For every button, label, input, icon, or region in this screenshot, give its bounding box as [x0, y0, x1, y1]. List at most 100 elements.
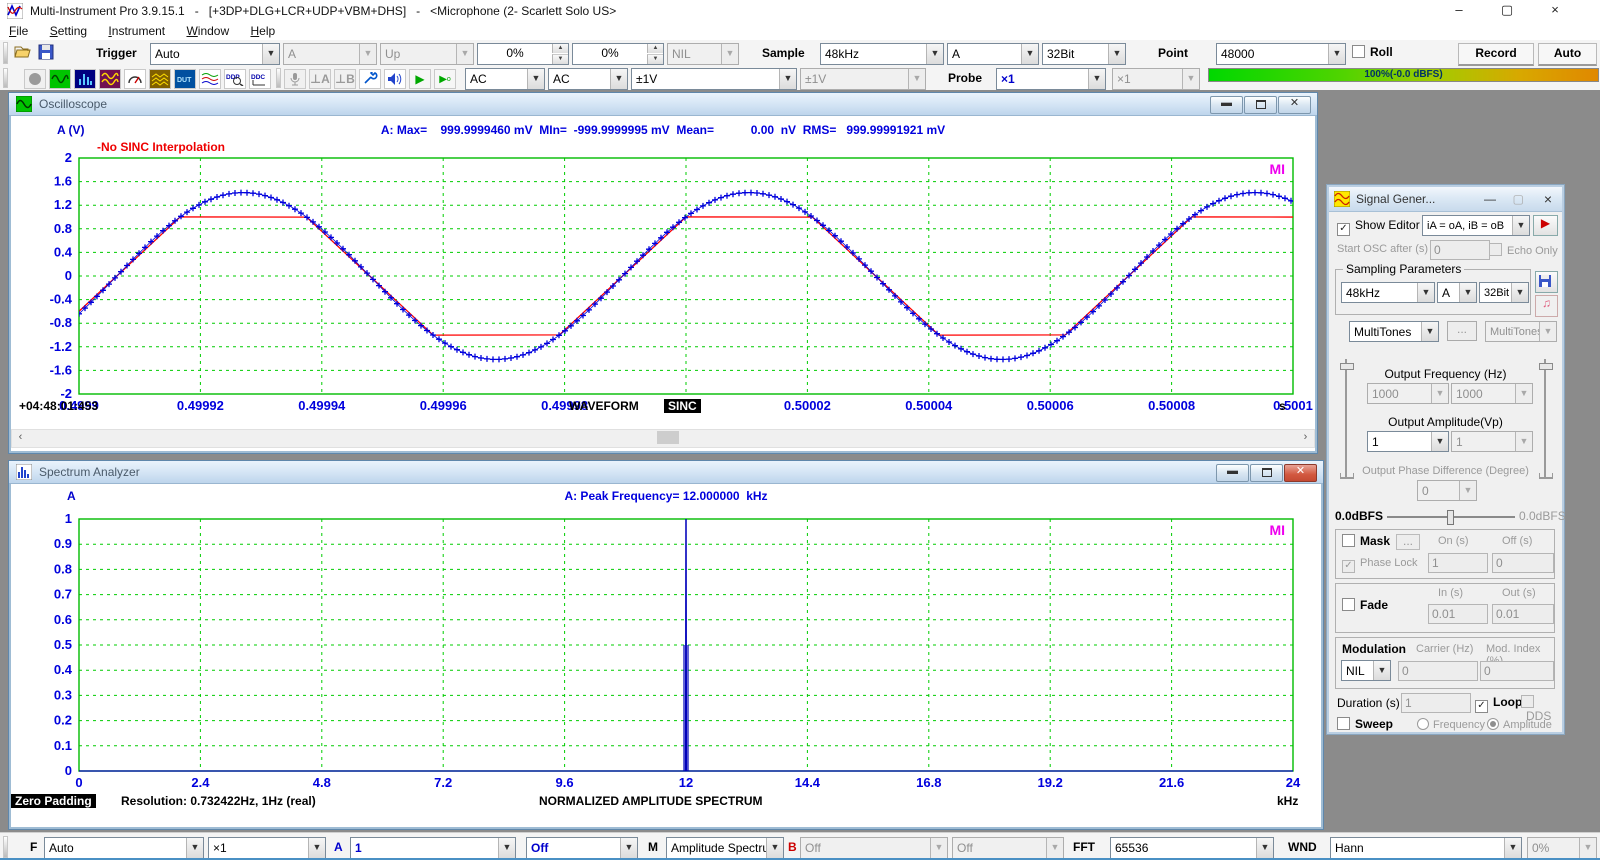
panel-restore-button[interactable] — [1250, 464, 1283, 482]
sampling-rate-select[interactable]: 48kHz▼ — [820, 43, 944, 65]
fade-checkbox[interactable]: Fade — [1342, 598, 1388, 612]
waveform-a-select[interactable]: MultiTones▼ — [1349, 321, 1439, 342]
coupling-a-select[interactable]: AC▼ — [465, 68, 545, 90]
option-b-select: Off▼ — [952, 837, 1064, 859]
trigger-level-spinner[interactable]: 0%▲▼ — [477, 43, 569, 65]
start-osc-input: 0 — [1430, 240, 1490, 260]
spectrum-3d-plot-icon[interactable] — [149, 69, 171, 89]
amplitude-a-select[interactable]: 1▼ — [1367, 431, 1449, 452]
y-tick-label: 0.7 — [54, 587, 72, 602]
mode-select[interactable]: Amplitude Spectrum▼ — [666, 837, 784, 859]
trigger-delay-spinner[interactable]: 0%▲▼ — [572, 43, 664, 65]
panel-minimize-button[interactable]: ▬ — [1216, 464, 1249, 482]
menu-file[interactable]: File — [0, 22, 37, 40]
ddc-icon[interactable]: DDC — [249, 69, 271, 89]
output-level-b-slider[interactable] — [1538, 359, 1552, 479]
save-icon[interactable] — [38, 44, 54, 60]
minimize-button[interactable]: – — [1435, 0, 1483, 21]
coupling-b-select[interactable]: AC▼ — [548, 68, 628, 90]
oscilloscope-title-bar[interactable]: Oscilloscope ▬ ✕ — [9, 93, 1317, 116]
record-button[interactable]: Record — [1458, 43, 1534, 66]
menu-instrument[interactable]: Instrument — [99, 22, 174, 40]
scroll-left-icon[interactable]: ‹ — [12, 430, 29, 445]
menu-setting[interactable]: Setting — [41, 22, 96, 40]
panel-restore-button[interactable] — [1244, 96, 1277, 114]
menu-window[interactable]: Window — [177, 22, 238, 40]
scrollbar-thumb[interactable] — [657, 431, 679, 444]
trigger-edge-select: Up▼ — [380, 43, 474, 65]
output-level-a-slider[interactable] — [1339, 359, 1353, 479]
gen-sampling-rate-select[interactable]: 48kHz▼ — [1341, 282, 1435, 303]
sweep-checkbox[interactable]: Sweep — [1337, 717, 1393, 731]
echo-only-checkbox: Echo Only — [1489, 243, 1558, 257]
menu-help[interactable]: Help — [242, 22, 285, 40]
loop-checkbox[interactable]: ✓Loop — [1475, 695, 1522, 713]
fade-group: Fade In (s) Out (s) 0.01 0.01 — [1335, 583, 1555, 633]
music-notation-button[interactable]: ♫ — [1535, 295, 1558, 317]
panel-minimize-button[interactable]: ▬ — [1210, 96, 1243, 114]
run-loop-icon[interactable]: ▶o — [434, 69, 456, 89]
spectrum-title-bar[interactable]: Spectrum Analyzer ▬ ✕ — [9, 461, 1323, 484]
x-tick-label: 0.50004 — [905, 398, 953, 413]
sinc-badge[interactable]: SINC — [664, 399, 701, 413]
sound-output-icon[interactable] — [384, 69, 406, 89]
minimize-button[interactable]: — — [1484, 187, 1496, 211]
mask-checkbox[interactable]: Mask — [1342, 534, 1390, 548]
option-a-select[interactable]: Off▼ — [526, 837, 638, 859]
range-a-select[interactable]: ±1V▼ — [631, 68, 797, 90]
auto-button[interactable]: Auto — [1538, 43, 1597, 66]
calibration-icon[interactable] — [359, 69, 381, 89]
toolbar-grip[interactable] — [3, 42, 8, 64]
fft-size-select[interactable]: 65536▼ — [1110, 837, 1274, 859]
frequency-multiplier-select[interactable]: ×1▼ — [208, 837, 326, 859]
y-tick-label: 0.4 — [54, 662, 73, 677]
oscilloscope-icon[interactable] — [49, 69, 71, 89]
save-signal-button[interactable] — [1535, 271, 1558, 293]
bit-depth-select[interactable]: 32Bit▼ — [1042, 43, 1126, 65]
open-file-icon[interactable] — [14, 44, 32, 60]
oscilloscope-hscrollbar[interactable]: ‹ › — [11, 429, 1315, 448]
modulation-select[interactable]: NIL▼ — [1341, 660, 1391, 681]
x-tick-label: 24 — [1286, 775, 1301, 790]
scroll-right-icon[interactable]: › — [1297, 430, 1314, 445]
signal-generator-icon[interactable] — [99, 69, 121, 89]
generator-run-button[interactable]: ▶ — [1533, 215, 1558, 236]
close-button[interactable]: × — [1531, 0, 1579, 21]
multitones-browse-button[interactable]: ... — [1447, 321, 1477, 341]
data-parameter-viewer-icon[interactable]: DDP — [224, 69, 246, 89]
phase-select: 0▼ — [1417, 480, 1477, 501]
output-frequency-label: Output Frequency (Hz) — [1359, 367, 1532, 381]
sampling-channel-select[interactable]: A▼ — [947, 43, 1039, 65]
derived-data-curve-icon[interactable] — [199, 69, 221, 89]
gain-a-select[interactable]: 1▼ — [350, 837, 516, 859]
maximize-button[interactable]: ▢ — [1483, 0, 1531, 21]
toolbar-grip[interactable] — [3, 68, 8, 88]
chevron-down-icon: ▼ — [1431, 384, 1448, 403]
frequency-axis-select[interactable]: Auto▼ — [44, 837, 204, 859]
run-icon[interactable]: ▶ — [409, 69, 431, 89]
panel-close-button[interactable]: ✕ — [1284, 464, 1317, 482]
close-button[interactable]: × — [1544, 187, 1552, 211]
panel-title: Oscilloscope — [39, 97, 107, 111]
multimeter-icon[interactable] — [124, 69, 146, 89]
routing-select[interactable]: iA = oA, iB = oB▼ — [1422, 215, 1530, 236]
device-test-plan-icon[interactable]: DUT — [174, 69, 196, 89]
gen-bit-depth-select[interactable]: 32Bit▼ — [1479, 282, 1529, 303]
signal-generator-title-bar[interactable]: Signal Gener... — ▢ × — [1329, 187, 1562, 212]
chevron-down-icon: ▼ — [456, 44, 473, 64]
oscilloscope-plot: 21.61.20.80.40-0.4-0.8-1.2-1.6-20.49990.… — [9, 115, 1317, 427]
show-editor-checkbox[interactable]: ✓Show Editor — [1337, 218, 1420, 236]
spectrum-analyzer-icon[interactable] — [74, 69, 96, 89]
y-tick-label: 1.6 — [54, 174, 72, 189]
roll-checkbox[interactable]: Roll — [1352, 45, 1393, 59]
panel-close-button[interactable]: ✕ — [1278, 96, 1311, 114]
toolbar-grip[interactable] — [3, 836, 8, 858]
trigger-mode-select[interactable]: Auto▼ — [150, 43, 280, 65]
probe-a-select[interactable]: ×1▼ — [996, 68, 1106, 90]
window-function-select[interactable]: Hann▼ — [1330, 837, 1522, 859]
balance-slider-thumb[interactable] — [1447, 510, 1454, 525]
zero-padding-badge[interactable]: Zero Padding — [11, 794, 96, 808]
amplitude-b-select: 1▼ — [1451, 431, 1533, 452]
record-length-select[interactable]: 48000▼ — [1216, 43, 1346, 65]
gen-channel-select[interactable]: A▼ — [1437, 282, 1477, 303]
